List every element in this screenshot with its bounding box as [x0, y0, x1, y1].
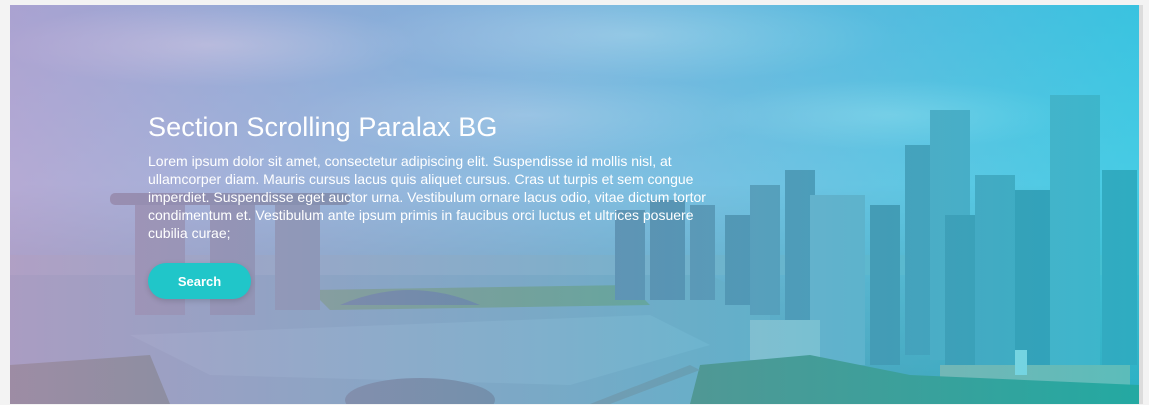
- scrollbar-track[interactable]: [1139, 5, 1143, 404]
- search-button[interactable]: Search: [148, 263, 251, 299]
- hero-description: Lorem ipsum dolor sit amet, consectetur …: [148, 153, 706, 241]
- hero-content: Section Scrolling Paralax BG Lorem ipsum…: [148, 110, 728, 242]
- hero-title: Section Scrolling Paralax BG: [148, 112, 498, 142]
